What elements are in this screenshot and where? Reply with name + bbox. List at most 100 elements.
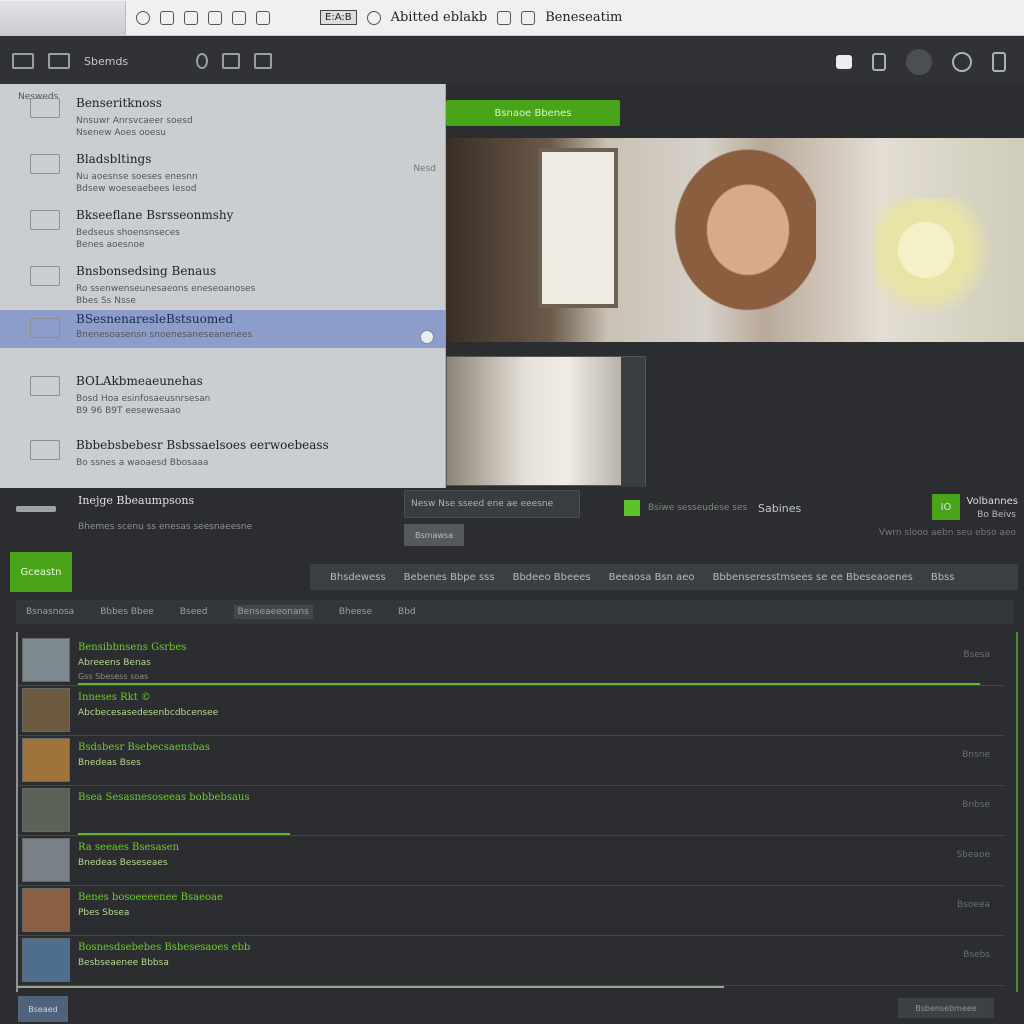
item-thumbnail[interactable] xyxy=(22,938,70,982)
section-title: Inejge Bbeaumpsons xyxy=(78,494,195,507)
dropdown-item[interactable]: Benseritknoss Nnsuwr Anrsvcaeer soesd Ns… xyxy=(0,84,446,140)
list-item[interactable]: Bensibbnsens Gsrbes Abreeens Benas Gss Sbe… xyxy=(18,634,1004,686)
item-title: Bsea Sesasnesoseeas bobbebsaus xyxy=(78,792,250,803)
search-icon[interactable] xyxy=(952,52,972,72)
dropdown-item[interactable]: Bnsbonsedsing Benaus Ro ssenwenseunesaeo… xyxy=(0,252,446,308)
section-subtitle: Bhemes scenu ss enesas seesnaeesne xyxy=(78,522,253,532)
filter-item[interactable]: Bebenes Bbpe sss xyxy=(404,572,495,583)
settings-icon[interactable] xyxy=(872,53,886,71)
item-title: Benes bosoeeeenee Bsaeoae xyxy=(78,892,223,903)
list-item[interactable]: Bosnesdsebebes Bsbesesaoes ebb Besbseaene… xyxy=(18,934,1004,986)
edit-icon[interactable] xyxy=(160,10,174,25)
list-item[interactable]: Inneses Rkt © Abcbecesasedesenbcdbcensee xyxy=(18,684,1004,736)
dropdown-panel: Nesweds Benseritknoss Nnsuwr Anrsvcaeer … xyxy=(0,84,446,488)
item-icon xyxy=(30,376,60,396)
column-headers: Bsnasnosa Bbbes Bbee Bseed Benseaeeonans… xyxy=(16,600,1014,624)
item-thumbnail[interactable] xyxy=(22,638,70,682)
image-icon[interactable] xyxy=(254,53,273,69)
footer-right-button[interactable]: Bsbensebmeee xyxy=(898,998,994,1018)
clip-icon[interactable] xyxy=(184,10,198,25)
address-badge[interactable]: E:A:B xyxy=(320,10,357,25)
avatar[interactable] xyxy=(906,49,932,75)
filter-item[interactable]: Bbbenseresstmsees se ee Bbeseaoenes xyxy=(713,572,913,583)
filter-item[interactable]: Bhsdewess xyxy=(330,572,386,583)
tab-label[interactable]: Beneseatim xyxy=(545,10,622,25)
item-sub: Abreeens Benas xyxy=(78,658,151,668)
status-label[interactable]: Sabines xyxy=(758,502,801,515)
camera-icon[interactable] xyxy=(836,55,852,69)
item-title: Bkseeflane Bsrsseonmshy xyxy=(76,208,234,222)
preview-scrollbar[interactable] xyxy=(621,357,645,487)
video-player[interactable] xyxy=(446,138,1024,342)
list-icon[interactable] xyxy=(232,10,246,25)
bookmark-icon[interactable] xyxy=(208,10,222,25)
create-button[interactable]: Gceastn xyxy=(10,552,72,592)
window-icon[interactable] xyxy=(48,53,70,69)
item-thumbnail[interactable] xyxy=(22,788,70,832)
item-sub: Ro ssenwenseunesaeons eneseoanoses xyxy=(76,284,256,294)
item-thumbnail[interactable] xyxy=(22,688,70,732)
selected-check-icon xyxy=(420,330,434,344)
footer-button[interactable]: Bseaed xyxy=(18,996,68,1022)
item-sub: Bedseus shoensnseces xyxy=(76,228,180,238)
filter-item[interactable]: Beeaosa Bsn aeo xyxy=(609,572,695,583)
dropdown-item-selected[interactable]: BSesnenaresleBstsuomed Bnenesoasensn sno… xyxy=(0,310,446,348)
column-header[interactable]: Bseed xyxy=(180,607,208,617)
column-header[interactable]: Bheese xyxy=(339,607,372,617)
tab-icon[interactable] xyxy=(521,10,536,25)
item-sub: Nu aoesnse soeses enesnn xyxy=(76,172,198,182)
item-thumbnail[interactable] xyxy=(22,888,70,932)
volume-info: Vwrn slooo aebn seu ebso aeo xyxy=(878,528,1016,538)
menu-icon[interactable] xyxy=(992,52,1006,72)
item-value: Sbeaoe xyxy=(956,850,990,860)
portrait-scene xyxy=(646,138,816,342)
dropdown-item[interactable]: BOLAkbmeaeunehas Bosd Hoa esinfosaeusnrs… xyxy=(0,362,446,418)
dropdown-item[interactable]: Bbbebsbebesr Bsbssaelsoes eerwoebeass Bo… xyxy=(0,426,446,482)
item-title: Benseritknoss xyxy=(76,96,162,110)
item-icon xyxy=(30,210,60,230)
item-thumbnail[interactable] xyxy=(22,838,70,882)
grid-icon[interactable] xyxy=(256,10,270,25)
toggle-button[interactable]: IO xyxy=(932,494,960,520)
item-icon xyxy=(30,440,60,460)
item-icon xyxy=(30,266,60,286)
item-title: Bensibbnsens Gsrbes xyxy=(78,642,187,653)
search-input[interactable] xyxy=(404,490,580,518)
item-sub2: Bbes Ss Nsse xyxy=(76,296,136,306)
dropdown-item[interactable]: Bladsbltings Nu aoesnse soeses enesnn Bd… xyxy=(0,140,446,196)
column-header-active[interactable]: Benseaeeonans xyxy=(233,605,313,619)
filter-bar: Bhsdewess Bebenes Bbpe sss Bbdeeo Bbeees… xyxy=(310,564,1018,590)
folder-icon[interactable] xyxy=(222,53,241,69)
preview-thumbnail[interactable] xyxy=(446,356,646,487)
filter-item[interactable]: Bbdeeo Bbeees xyxy=(513,572,591,583)
app-logo-icon[interactable] xyxy=(12,53,34,69)
item-title: Bosnesdsebebes Bsbesesaoes ebb xyxy=(78,942,251,953)
item-icon xyxy=(30,318,60,338)
section-label[interactable]: Sbemds xyxy=(84,55,128,68)
column-header[interactable]: Bbbes Bbee xyxy=(100,607,154,617)
status-indicator xyxy=(624,500,640,516)
tab-thumbnail[interactable] xyxy=(0,0,126,35)
list-item[interactable]: Ra seeaes Bsesasen Bnedeas Beseseaes Sbeao… xyxy=(18,834,1004,886)
filter-item[interactable]: Bbss xyxy=(931,572,955,583)
item-title: BSesnenaresleBstsuomed xyxy=(76,312,234,326)
primary-action-button[interactable]: Bsnaoe Bbenes xyxy=(446,100,620,126)
list-item[interactable]: Benes bosoeeeenee Bsaeoae Pbes Sbsea Bsoee… xyxy=(18,884,1004,936)
column-header[interactable]: Bsnasnosa xyxy=(26,607,74,617)
dropdown-item[interactable]: Bkseeflane Bsrsseonmshy Bedseus shoensns… xyxy=(0,196,446,252)
reload-icon[interactable] xyxy=(136,10,150,25)
item-sub: Besbseaenee Bbbsa xyxy=(78,958,169,968)
refresh-icon[interactable] xyxy=(196,53,209,69)
column-header[interactable]: Bbd xyxy=(398,607,416,617)
item-sub: Bnedeas Beseseaes xyxy=(78,858,168,868)
bottom-progress xyxy=(18,986,724,988)
secondary-button[interactable]: Bsmawsa xyxy=(404,524,464,546)
list-item[interactable]: Bsea Sesasnesoseeas bobbebsaus Bnbse xyxy=(18,784,1004,836)
item-title: Bbbebsbebesr Bsbssaelsoes eerwoebeass xyxy=(76,438,329,452)
checkbox-icon[interactable] xyxy=(497,10,512,25)
volume-title: Volbannes xyxy=(966,496,1018,507)
item-sub2: Benes aoesnoe xyxy=(76,240,145,250)
item-thumbnail[interactable] xyxy=(22,738,70,782)
list-item[interactable]: Bsdsbesr Bsebecsaensbas Bnedeas Bses Bnsne xyxy=(18,734,1004,786)
window-scene xyxy=(538,148,618,308)
